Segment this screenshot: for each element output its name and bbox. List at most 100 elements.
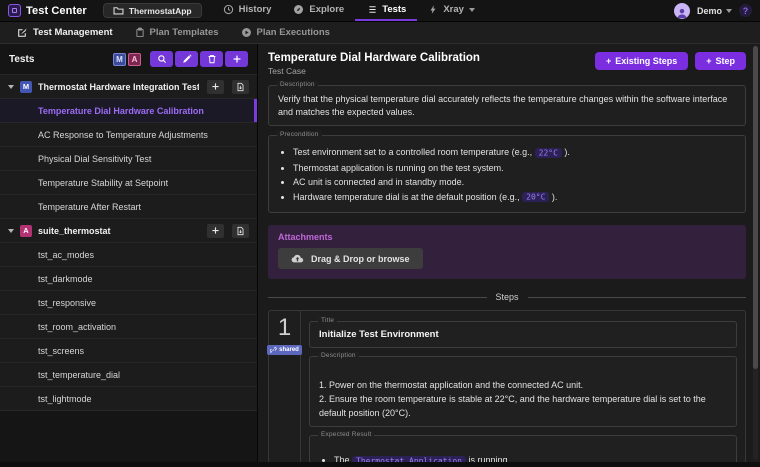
tree-group-row[interactable]: MThermostat Hardware Integration Tests [0, 75, 257, 99]
group-import-button[interactable] [232, 224, 249, 238]
document-add-icon [236, 82, 245, 92]
edit-button[interactable] [175, 51, 198, 67]
plus-icon [232, 54, 242, 64]
chevron-down-icon [8, 85, 14, 89]
precondition-list: Test environment set to a controlled roo… [278, 145, 736, 205]
sub-nav: Test Management Plan Templates Plan Exec… [0, 22, 760, 44]
nav-explore[interactable]: Explore [282, 0, 355, 21]
precondition-item: AC unit is connected and in standby mode… [293, 175, 736, 190]
step-number: 1 [278, 316, 291, 340]
tree-group-label: suite_thermostat [38, 226, 199, 236]
add-test-button[interactable] [225, 51, 248, 67]
inline-code-chip: 22°C [535, 148, 562, 158]
precondition-item: Thermostat application is running on the… [293, 161, 736, 176]
plus-icon [211, 82, 220, 91]
steps-list: 1shared TitleInitialize Test Environment D… [268, 310, 746, 462]
clipboard-icon [135, 27, 145, 38]
test-type-badge: A [20, 225, 32, 237]
scrollbar-thumb[interactable] [753, 46, 758, 369]
sidebar-toolbar [150, 51, 248, 67]
search-icon [157, 54, 167, 64]
existing-steps-button[interactable]: + Existing Steps [595, 52, 688, 70]
step-title-field[interactable]: TitleInitialize Test Environment [309, 321, 737, 348]
cloud-upload-icon [291, 253, 304, 264]
step-description-field[interactable]: Description 1. Power on the thermostat a… [309, 356, 737, 427]
chevron-down-icon [726, 9, 732, 13]
group-add-button[interactable] [207, 80, 224, 94]
precondition-item: Test environment set to a controlled roo… [293, 145, 736, 161]
app-logo[interactable]: Test Center [8, 0, 87, 21]
page-title: Temperature Dial Hardware Calibration [268, 52, 480, 64]
tree-item[interactable]: Temperature After Restart [0, 195, 257, 219]
attachments-panel: Attachments Drag & Drop or browse [268, 225, 746, 279]
main-scrollbar[interactable] [753, 46, 758, 460]
history-icon [223, 4, 234, 15]
nav-history[interactable]: History [212, 0, 283, 21]
add-step-button[interactable]: + Step [695, 52, 746, 70]
content: Tests M A MThermostat Hardware Integrati… [0, 44, 760, 462]
tree-item[interactable]: tst_lightmode [0, 387, 257, 411]
tree-item[interactable]: tst_room_activation [0, 315, 257, 339]
tree-item[interactable]: AC Response to Temperature Adjustments [0, 123, 257, 147]
filter-automated-badge[interactable]: A [128, 53, 141, 66]
delete-button[interactable] [200, 51, 223, 67]
tab-test-management[interactable]: Test Management [6, 22, 124, 43]
tree-item[interactable]: tst_responsive [0, 291, 257, 315]
plus-icon [211, 226, 220, 235]
field-label: Title [318, 317, 337, 324]
link-icon [270, 347, 277, 354]
filter-badges: M A [113, 53, 141, 66]
field-label: Description [318, 352, 359, 359]
group-add-button[interactable] [207, 224, 224, 238]
tree-item[interactable]: tst_temperature_dial [0, 363, 257, 387]
nav-tests[interactable]: Tests [355, 0, 417, 21]
precondition-item: Hardware temperature dial is at the defa… [293, 190, 736, 206]
bolt-icon [428, 4, 438, 15]
group-import-button[interactable] [232, 80, 249, 94]
project-selector-button[interactable]: ThermostatApp [103, 3, 202, 18]
inline-code-chip: 20°C [522, 192, 549, 202]
description-field[interactable]: Description Verify that the physical tem… [268, 85, 746, 126]
avatar[interactable] [674, 3, 690, 19]
explore-icon [293, 4, 304, 15]
chevron-down-icon [469, 8, 475, 12]
pencil-icon [182, 54, 192, 64]
field-text-line: 1. Power on the thermostat application a… [319, 378, 727, 392]
chevron-down-icon [8, 229, 14, 233]
document-add-icon [236, 226, 245, 236]
tests-sidebar: Tests M A MThermostat Hardware Integrati… [0, 44, 258, 462]
trash-icon [207, 54, 217, 64]
help-button[interactable]: ? [739, 4, 752, 17]
nav-xray[interactable]: Xray [417, 0, 486, 21]
tree-item[interactable]: tst_darkmode [0, 267, 257, 291]
tab-plan-executions[interactable]: Plan Executions [230, 22, 341, 43]
topbar-right: Demo ? [674, 0, 752, 21]
step-card: 1shared TitleInitialize Test Environment D… [268, 310, 746, 462]
tree-item[interactable]: tst_screens [0, 339, 257, 363]
field-label: Expected Result [318, 431, 374, 438]
field-text-line: 2. Ensure the room temperature is stable… [319, 392, 727, 420]
step-side: 1shared [269, 311, 301, 462]
step-expected-result-field[interactable]: Expected ResultThe Thermostat Applicatio… [309, 435, 737, 462]
filter-manual-badge[interactable]: M [113, 53, 126, 66]
user-menu[interactable]: Demo [697, 6, 732, 16]
tree-item[interactable]: tst_ac_modes [0, 243, 257, 267]
test-case-panel: Temperature Dial Hardware Calibration Te… [258, 44, 760, 462]
topbar: Test Center ThermostatApp History Explor… [0, 0, 760, 22]
steps-divider-label: Steps [496, 292, 519, 302]
search-button[interactable] [150, 51, 173, 67]
test-case-header: Temperature Dial Hardware Calibration Te… [268, 52, 746, 76]
plus-icon: + [706, 56, 711, 66]
tree-group-row[interactable]: Asuite_thermostat [0, 219, 257, 243]
tests-tree: MThermostat Hardware Integration TestsTe… [0, 75, 257, 462]
precondition-field[interactable]: Precondition Test environment set to a c… [268, 135, 746, 213]
header-actions: + Existing Steps + Step [595, 52, 746, 70]
tree-item[interactable]: Temperature Dial Hardware Calibration [0, 99, 257, 123]
drag-drop-browse-button[interactable]: Drag & Drop or browse [278, 248, 423, 269]
expected-result-item: The Thermostat Application is running [334, 453, 727, 462]
tab-plan-templates[interactable]: Plan Templates [124, 22, 230, 43]
tree-item[interactable]: Temperature Stability at Setpoint [0, 171, 257, 195]
precondition-label: Precondition [277, 131, 322, 138]
plus-icon: + [606, 56, 611, 66]
tree-item[interactable]: Physical Dial Sensitivity Test [0, 147, 257, 171]
